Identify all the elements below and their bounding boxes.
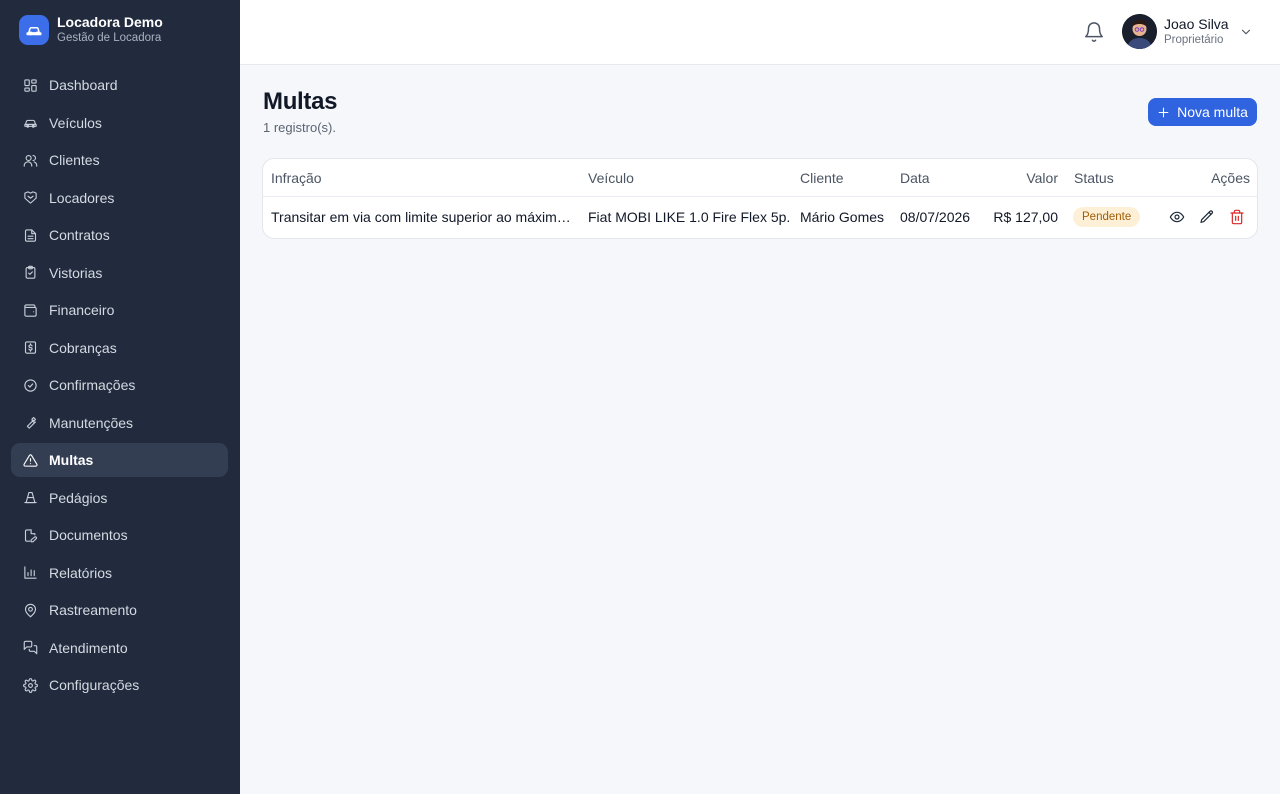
column-header-data[interactable]: Data: [900, 170, 930, 186]
sidebar-nav: Dashboard Veículos Clientes Locadores Co…: [11, 68, 228, 706]
car-logo-icon: [19, 15, 49, 45]
gear-icon: [22, 677, 38, 693]
cell-cliente: Mário Gomes: [800, 209, 885, 225]
sidebar-item-label: Relatórios: [49, 564, 113, 581]
car-icon: [22, 115, 38, 131]
sidebar-item-veiculos[interactable]: Veículos: [11, 106, 228, 140]
bar-chart-icon: [22, 565, 38, 581]
new-fine-label: Nova multa: [1177, 104, 1248, 120]
sidebar-item-manutencoes[interactable]: Manutenções: [11, 406, 228, 440]
sidebar-item-dashboard[interactable]: Dashboard: [11, 68, 228, 102]
sidebar-item-label: Rastreamento: [49, 602, 137, 618]
edit-icon[interactable]: [1199, 209, 1215, 225]
sidebar-item-documentos[interactable]: Documentos: [11, 518, 228, 552]
column-header-cliente[interactable]: Cliente: [800, 170, 844, 186]
brand-subtitle: Gestão de Locadora: [57, 32, 162, 44]
sidebar-item-label: Veículos: [49, 114, 102, 131]
sidebar-item-label: Contratos: [49, 227, 110, 243]
new-fine-button[interactable]: Nova multa: [1148, 98, 1257, 126]
user-menu[interactable]: Joao Silva Proprietário: [1122, 14, 1253, 49]
cell-infracao: Transitar em via com limite superior ao …: [271, 209, 571, 225]
page-title: Multas: [263, 88, 338, 115]
sidebar-item-label: Vistorias: [49, 264, 103, 281]
sidebar-item-cobrancas[interactable]: Cobranças: [11, 331, 228, 365]
cell-veiculo: Fiat MOBI LIKE 1.0 Fire Flex 5p.: [588, 209, 791, 225]
sidebar-item-label: Locadores: [49, 189, 115, 206]
sidebar-item-label: Pedágios: [49, 489, 108, 506]
sidebar-item-label: Dashboard: [49, 77, 118, 93]
check-circle-icon: [22, 377, 38, 393]
column-header-infracao[interactable]: Infração: [271, 170, 322, 186]
sidebar-item-label: Cobranças: [49, 339, 117, 356]
clipboard-check-icon: [22, 265, 38, 281]
sidebar-item-rastreamento[interactable]: Rastreamento: [11, 593, 228, 627]
file-edit-icon: [22, 527, 38, 543]
sidebar-item-label: Manutenções: [49, 414, 134, 431]
users-icon: [22, 152, 38, 168]
brand-name: Locadora Demo: [57, 14, 163, 30]
receipt-icon: [22, 340, 38, 356]
sidebar-item-confirmacoes[interactable]: Confirmações: [11, 368, 228, 402]
sidebar-item-label: Atendimento: [49, 639, 128, 656]
table-header: Infração Veículo Cliente Data Valor Stat…: [263, 159, 1257, 197]
cell-valor: R$ 127,00: [993, 209, 1058, 225]
chevron-down-icon: [1239, 25, 1253, 39]
sidebar-item-relatorios[interactable]: Relatórios: [11, 556, 228, 590]
avatar: [1122, 14, 1157, 49]
record-count: 1 registro(s).: [263, 120, 336, 135]
handshake-icon: [22, 190, 38, 206]
top-header: Joao Silva Proprietário: [240, 0, 1280, 65]
cone-icon: [22, 490, 38, 506]
column-header-valor[interactable]: Valor: [1026, 170, 1058, 186]
sidebar-item-label: Configurações: [49, 677, 140, 693]
brand[interactable]: Locadora Demo Gestão de Locadora: [0, 0, 240, 60]
sidebar-item-clientes[interactable]: Clientes: [11, 143, 228, 177]
sidebar-item-contratos[interactable]: Contratos: [11, 218, 228, 252]
status-badge: Pendente: [1073, 207, 1141, 227]
user-role: Proprietário: [1164, 34, 1224, 46]
chat-icon: [22, 640, 38, 656]
warning-icon: [22, 452, 38, 468]
column-header-veiculo[interactable]: Veículo: [588, 170, 634, 186]
sidebar-item-label: Clientes: [49, 152, 100, 168]
view-icon[interactable]: [1169, 209, 1185, 225]
document-icon: [22, 227, 38, 243]
sidebar-item-financeiro[interactable]: Financeiro: [11, 293, 228, 327]
column-header-status[interactable]: Status: [1074, 170, 1114, 186]
sidebar-item-vistorias[interactable]: Vistorias: [11, 256, 228, 290]
sidebar-item-configuracoes[interactable]: Configurações: [11, 668, 228, 702]
trash-icon[interactable]: [1229, 209, 1245, 225]
user-name: Joao Silva: [1164, 16, 1229, 32]
column-header-acoes: Ações: [1211, 170, 1250, 186]
table-row[interactable]: Transitar em via com limite superior ao …: [263, 197, 1257, 238]
wallet-icon: [22, 302, 38, 318]
dashboard-icon: [22, 77, 38, 93]
cell-data: 08/07/2026: [900, 209, 971, 225]
fines-table: Infração Veículo Cliente Data Valor Stat…: [262, 158, 1258, 239]
wrench-icon: [22, 415, 38, 431]
sidebar-item-label: Multas: [49, 452, 94, 468]
sidebar: Locadora Demo Gestão de Locadora Dashboa…: [0, 0, 240, 794]
sidebar-item-pedagios[interactable]: Pedágios: [11, 481, 228, 515]
sidebar-item-label: Financeiro: [49, 302, 115, 318]
bell-icon[interactable]: [1083, 21, 1105, 43]
sidebar-item-atendimento[interactable]: Atendimento: [11, 631, 228, 665]
sidebar-item-label: Confirmações: [49, 377, 136, 393]
sidebar-item-locadores[interactable]: Locadores: [11, 181, 228, 215]
sidebar-item-label: Documentos: [49, 527, 128, 543]
plus-icon: [1158, 107, 1169, 117]
sidebar-item-multas[interactable]: Multas: [11, 443, 228, 477]
map-pin-icon: [22, 602, 38, 618]
